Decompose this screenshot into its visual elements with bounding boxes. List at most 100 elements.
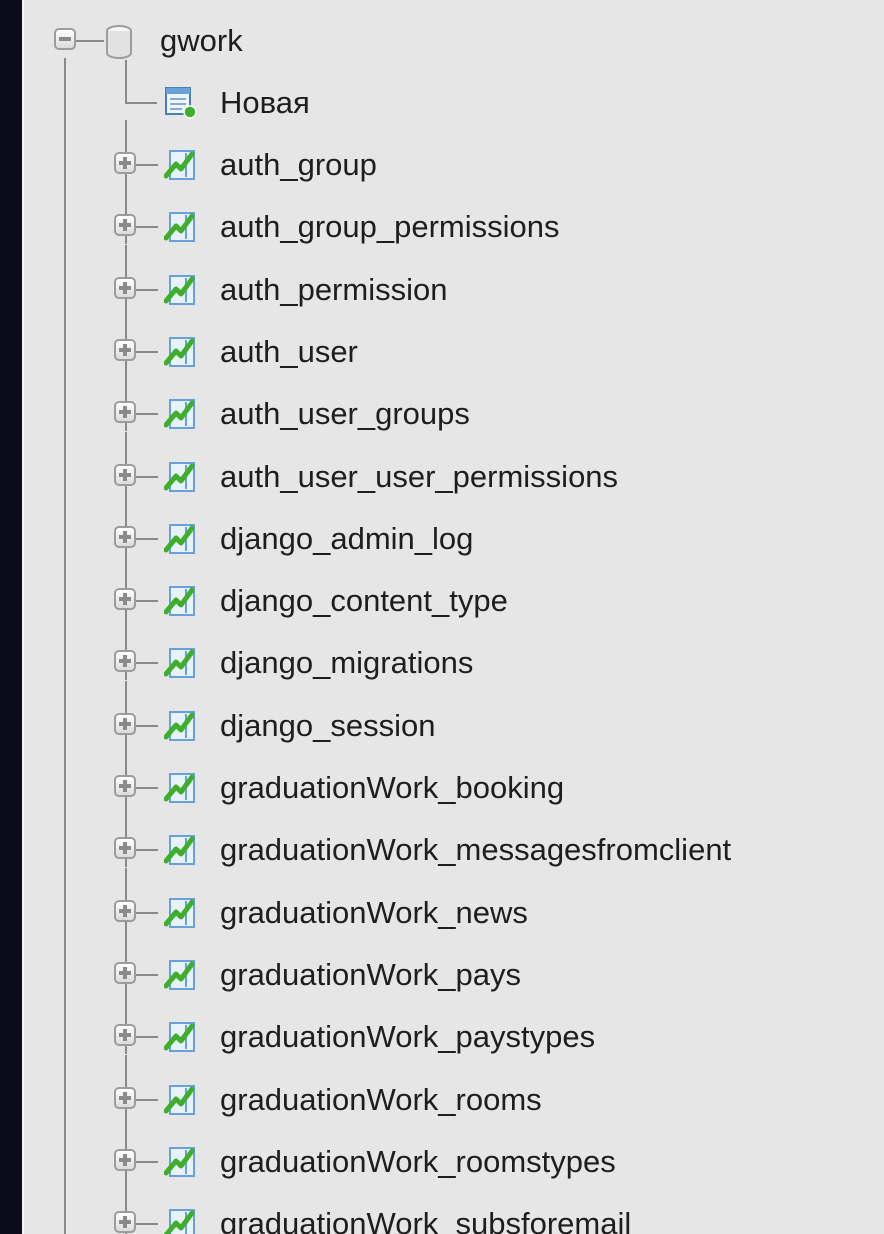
expand-icon[interactable] (114, 961, 136, 984)
table-node[interactable]: auth_permission (24, 244, 884, 325)
expand-icon[interactable] (114, 214, 136, 237)
expand-icon[interactable] (114, 1024, 136, 1047)
tree-connector (136, 787, 158, 789)
tree-connector (136, 973, 158, 976)
table-node[interactable]: django_admin_log (24, 493, 884, 574)
table-name[interactable]: graduationWork_subsforemail (220, 1205, 631, 1234)
expand-icon[interactable] (114, 525, 136, 548)
table-node[interactable]: django_content_type (24, 556, 884, 636)
table-name[interactable]: auth_permission (220, 271, 447, 309)
tree-connector (136, 350, 158, 353)
tree-connector (136, 849, 158, 852)
database-icon (106, 25, 132, 59)
table-node[interactable]: auth_user (24, 306, 884, 387)
expand-icon[interactable] (114, 650, 136, 673)
expand-icon[interactable] (114, 775, 136, 797)
table-name[interactable]: graduationWork_booking (220, 769, 564, 807)
tree-connector (136, 911, 158, 914)
database-label[interactable]: gwork (160, 22, 243, 60)
table-name[interactable]: django_content_type (220, 582, 508, 620)
table-name[interactable]: graduationWork_news (220, 894, 528, 932)
tree-connector (136, 288, 158, 291)
table-name[interactable]: graduationWork_messagesfromclient (220, 831, 731, 869)
table-icon (164, 586, 195, 617)
table-icon (164, 835, 195, 866)
tree-connector (136, 413, 158, 416)
table-name[interactable]: django_migrations (220, 644, 473, 682)
tree-connector (76, 40, 104, 42)
table-icon (164, 150, 195, 180)
tree-connector (125, 60, 127, 104)
table-icon (164, 399, 195, 430)
table-icon (164, 648, 195, 679)
table-node[interactable]: graduationWork_subsforemail (24, 1179, 884, 1234)
table-icon (164, 1146, 195, 1177)
new-table-label[interactable]: Новая (220, 84, 310, 122)
table-icon (164, 461, 195, 492)
collapse-icon[interactable] (54, 28, 76, 50)
tree-root-node[interactable]: gwork (24, 14, 884, 76)
table-name[interactable]: django_session (220, 707, 435, 745)
table-node[interactable]: auth_user_groups (24, 369, 884, 449)
table-name[interactable]: graduationWork_paystypes (220, 1018, 595, 1056)
table-name[interactable]: django_admin_log (220, 520, 473, 558)
table-icon (164, 523, 195, 554)
new-table-icon (165, 87, 197, 119)
table-icon (164, 1209, 195, 1234)
table-node[interactable]: graduationWork_paystypes (24, 992, 884, 1072)
table-name[interactable]: graduationWork_roomstypes (220, 1143, 616, 1181)
expand-icon[interactable] (114, 1086, 136, 1109)
tree-connector (136, 1223, 158, 1226)
table-node[interactable]: graduationWork_booking (24, 743, 884, 823)
table-name[interactable]: auth_user_groups (220, 395, 470, 433)
table-icon (164, 773, 195, 803)
table-name[interactable]: auth_group_permissions (220, 208, 560, 246)
table-icon (164, 959, 195, 990)
table-node[interactable]: graduationWork_pays (24, 929, 884, 1010)
table-name[interactable]: auth_group (220, 146, 377, 184)
expand-icon[interactable] (114, 401, 136, 424)
tree-connector (136, 226, 158, 229)
table-node[interactable]: graduationWork_rooms (24, 1054, 884, 1135)
expand-icon[interactable] (114, 837, 136, 860)
table-node[interactable]: graduationWork_roomstypes (24, 1116, 884, 1197)
table-name[interactable]: graduationWork_rooms (220, 1081, 542, 1119)
table-node[interactable]: graduationWork_messagesfromclient (24, 805, 884, 885)
table-node[interactable]: graduationWork_news (24, 867, 884, 948)
tree-connector (136, 475, 158, 478)
expand-icon[interactable] (114, 588, 136, 611)
tree-connector (136, 1036, 158, 1039)
table-node[interactable]: auth_user_user_permissions (24, 431, 884, 512)
tree-connector (136, 662, 158, 665)
table-name[interactable]: auth_user_user_permissions (220, 458, 618, 496)
expand-icon[interactable] (114, 463, 136, 486)
table-icon (164, 1022, 195, 1053)
table-node[interactable]: auth_group (24, 120, 884, 200)
table-icon (164, 212, 195, 243)
expand-icon[interactable] (114, 712, 136, 735)
table-icon (164, 336, 195, 367)
expand-icon[interactable] (114, 338, 136, 361)
table-icon (164, 274, 195, 305)
tree-connector (136, 164, 158, 166)
expand-icon[interactable] (114, 1211, 136, 1234)
expand-icon[interactable] (114, 152, 136, 174)
table-node[interactable]: auth_group_permissions (24, 182, 884, 262)
table-icon (164, 710, 195, 741)
tree-connector (136, 1160, 158, 1163)
expand-icon[interactable] (114, 899, 136, 922)
table-node[interactable]: django_session (24, 680, 884, 761)
tree-connector (136, 600, 158, 603)
table-name[interactable]: graduationWork_pays (220, 956, 521, 994)
table-icon (164, 897, 195, 928)
table-icon (164, 1084, 195, 1115)
table-node[interactable]: django_migrations (24, 618, 884, 698)
tree-new-node[interactable]: Новая (24, 60, 884, 138)
table-name[interactable]: auth_user (220, 333, 358, 371)
expand-icon[interactable] (114, 276, 136, 299)
tree-connector (136, 537, 158, 540)
tree-connector (136, 1098, 158, 1101)
expand-icon[interactable] (114, 1148, 136, 1171)
tree-connector (125, 102, 157, 104)
tree-connector (136, 724, 158, 727)
